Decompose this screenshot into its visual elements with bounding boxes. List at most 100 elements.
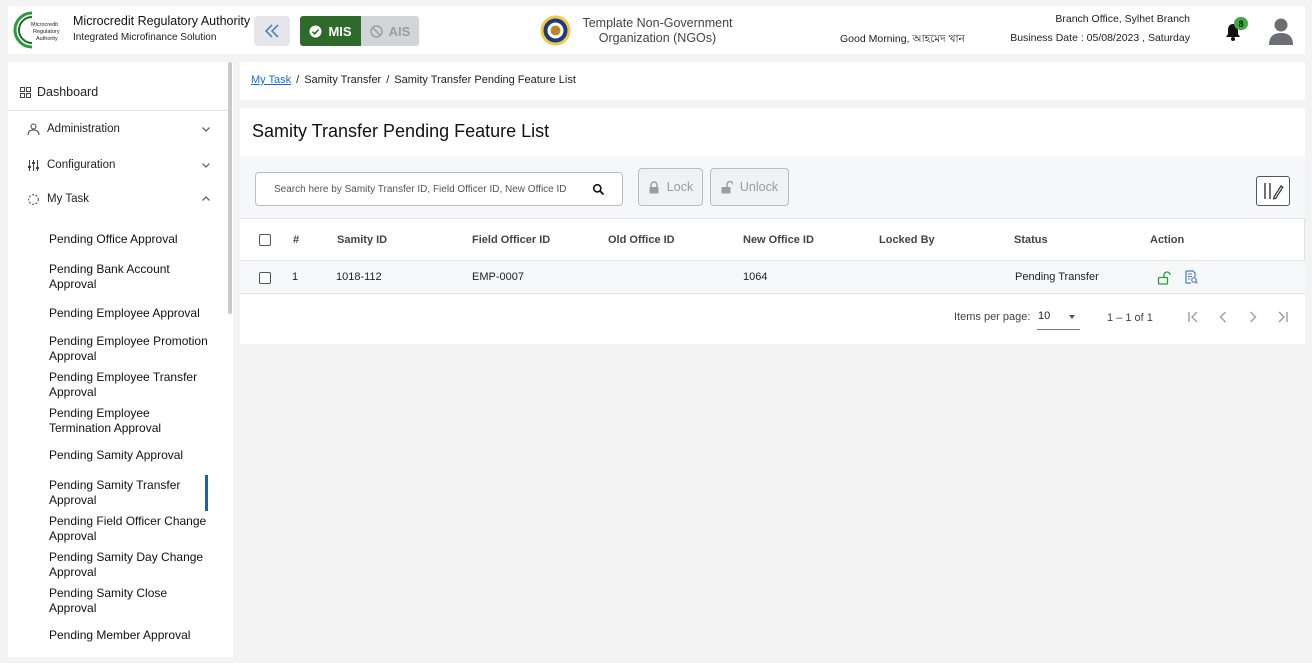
breadcrumb-samity-transfer: Samity Transfer [304,74,382,86]
grid-icon [20,86,31,98]
unlock-icon [721,180,733,193]
paginator: Items per page: 10 1 – 1 of 1 [240,294,1305,344]
items-per-page-label: Items per page: [954,311,1031,323]
svg-text:Authority: Authority [36,36,58,42]
lock-icon [649,180,659,193]
sidebar-scrollbar[interactable] [228,62,232,314]
last-page-icon[interactable] [1275,309,1291,325]
sidebar-item-pending-employee-termination-approval[interactable]: Pending Employee Termination Approval [26,406,208,436]
sidebar-collapse-button[interactable] [254,16,290,46]
branch-name: Branch Office, Sylhet Branch [1055,13,1190,25]
double-chevron-left-icon [264,24,279,38]
business-date: Business Date : 05/08/2023 , Saturday [1010,32,1190,44]
select-all-checkbox[interactable] [259,234,271,246]
mis-label: MIS [328,23,352,39]
table-header-row: # Samity ID Field Officer ID Old Office … [240,218,1305,261]
main-panel: Samity Transfer Pending Feature List Sea… [240,108,1305,344]
sidebar-item-pending-office-approval[interactable]: Pending Office Approval [26,232,208,247]
admin-icon [27,123,39,135]
org-name-line2: Organization (NGOs) [598,31,717,45]
sliders-icon [27,159,39,171]
col-header-status[interactable]: Status [1014,234,1048,246]
mra-logo-icon: Microcredit Regulatory Authority [13,11,60,49]
sidebar-item-pending-samity-close-approval[interactable]: Pending Samity Close Approval [26,586,208,616]
breadcrumb: My Task / Samity Transfer / Samity Trans… [251,74,576,86]
sidebar-item-pending-bank-account-approval[interactable]: Pending Bank Account Approval [26,262,208,292]
brand-subtitle: Integrated Microfinance Solution [73,32,217,43]
svg-text:Regulatory: Regulatory [33,29,60,35]
first-page-icon[interactable] [1185,309,1201,325]
unlock-button[interactable]: Unlock [710,168,789,206]
table-row[interactable]: 1 1018-112 EMP-0007 1064 Pending Transfe… [240,261,1305,294]
mis-button[interactable]: MIS [300,16,361,46]
page-range: 1 – 1 of 1 [1107,312,1153,324]
sidebar-item-pending-samity-transfer-approval[interactable]: Pending Samity Transfer Approval [26,475,208,511]
sidebar-item-pending-field-officer-change-approval[interactable]: Pending Field Officer Change Approval [26,514,208,544]
unlock-action-icon[interactable] [1157,271,1171,285]
org-seal-icon [540,15,571,46]
col-header-old-office-id[interactable]: Old Office ID [608,234,675,246]
module-switch: MIS AIS [300,16,419,46]
col-header-field-officer-id[interactable]: Field Officer ID [472,234,550,246]
col-header-action: Action [1150,234,1185,246]
col-header-locked-by[interactable]: Locked By [879,234,935,246]
breadcrumb-current: Samity Transfer Pending Feature List [394,74,576,86]
refresh-icon [27,193,39,205]
ais-label: AIS [388,23,411,39]
greeting-text: Good Morning, আহমেদ খান [840,33,965,45]
sidebar: Dashboard Administration Configuration M… [8,62,233,657]
lock-label: Lock [666,180,694,194]
page-title: Samity Transfer Pending Feature List [252,121,550,141]
col-header-samity-id[interactable]: Samity ID [337,234,387,246]
sidebar-item-pending-member-approval[interactable]: Pending Member Approval [26,628,208,643]
items-per-page-select[interactable]: 10 [1037,304,1080,330]
items-per-page-value: 10 [1038,310,1051,322]
logo-text: Microcredit [31,22,58,28]
chevron-down-icon [202,163,210,168]
sidebar-group-configuration[interactable]: Configuration [26,155,212,175]
column-settings-button[interactable] [1256,176,1290,206]
sidebar-divider [8,110,228,111]
view-details-icon[interactable] [1184,270,1198,284]
app-header: Microcredit Regulatory Authority Microcr… [8,6,1305,54]
prev-page-icon[interactable] [1215,309,1231,325]
breadcrumb-link-my-task[interactable]: My Task [251,74,291,86]
org-name: Template Non-Government Organization (NG… [574,16,741,46]
sidebar-item-pending-employee-promotion-approval[interactable]: Pending Employee Promotion Approval [26,334,208,364]
breadcrumb-separator: / [386,74,390,86]
breadcrumb-separator: / [296,74,300,86]
search-placeholder: Search here by Samity Transfer ID, Field… [274,184,567,195]
next-page-icon[interactable] [1245,309,1261,325]
ais-button[interactable]: AIS [361,16,419,46]
cell-samity-id: 1018-112 [336,271,382,283]
sidebar-group-administration[interactable]: Administration [26,119,212,139]
column-edit-icon [1264,183,1284,200]
check-circle-icon [309,25,322,37]
org-name-line1: Template Non-Government [582,16,733,30]
sidebar-item-pending-employee-transfer-approval[interactable]: Pending Employee Transfer Approval [26,370,208,400]
sidebar-group-my-task[interactable]: My Task [26,189,212,209]
dropdown-arrow-icon [1069,315,1075,319]
sidebar-item-dashboard[interactable]: Dashboard [20,82,98,102]
cell-field-officer-id: EMP-0007 [472,271,524,283]
group-label-configuration: Configuration [47,159,116,171]
cell-number: 1 [292,271,299,283]
user-avatar-icon[interactable] [1266,15,1296,45]
group-label-my-task: My Task [47,193,89,205]
col-header-number: # [293,234,300,246]
sidebar-item-pending-samity-approval[interactable]: Pending Samity Approval [26,448,208,463]
notification-count-badge: 8 [1234,17,1248,30]
lock-button[interactable]: Lock [638,168,703,206]
brand-title: Microcredit Regulatory Authority [73,14,251,28]
group-label-administration: Administration [47,123,120,135]
sidebar-item-pending-samity-day-change-approval[interactable]: Pending Samity Day Change Approval [26,550,208,580]
row-checkbox[interactable] [259,272,271,284]
col-header-new-office-id[interactable]: New Office ID [743,234,814,246]
search-input[interactable]: Search here by Samity Transfer ID, Field… [255,172,623,206]
cell-status: Pending Transfer [1015,271,1099,283]
search-icon[interactable] [592,183,605,196]
breadcrumb-bar: My Task / Samity Transfer / Samity Trans… [240,62,1305,100]
cell-new-office-id: 1064 [743,271,768,283]
sidebar-item-pending-employee-approval[interactable]: Pending Employee Approval [26,298,208,328]
blocked-icon [369,24,383,38]
